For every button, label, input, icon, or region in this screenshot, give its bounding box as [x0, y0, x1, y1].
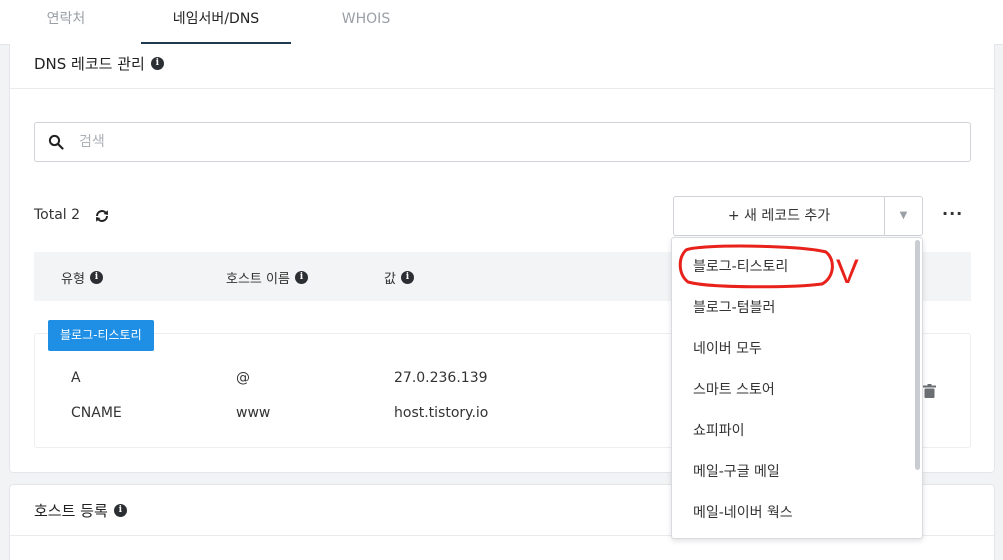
trash-icon[interactable]: [923, 384, 936, 398]
dns-card-title: DNS 레코드 관리 i: [34, 53, 164, 74]
search-input[interactable]: [79, 131, 939, 153]
tab-whois[interactable]: WHOIS: [300, 0, 432, 45]
group-badge[interactable]: 블로그-티스토리: [48, 320, 154, 351]
record-value: 27.0.236.139: [394, 370, 488, 386]
host-card-title: 호스트 등록 i: [34, 500, 127, 521]
dropdown-item-shopify[interactable]: 쇼피파이: [672, 411, 912, 452]
info-icon[interactable]: i: [89, 271, 103, 284]
refresh-icon[interactable]: [94, 208, 110, 224]
column-header-type: 유형 i: [61, 268, 103, 287]
info-icon[interactable]: i: [113, 504, 127, 517]
record-template-dropdown: 블로그-티스토리 블로그-텀블러 네이버 모두 스마트 스토어 쇼피파이 메일-…: [671, 237, 923, 539]
caret-down-icon: ▼: [899, 210, 908, 221]
dropdown-scrollbar[interactable]: [915, 240, 920, 470]
record-host: www: [236, 405, 271, 421]
tab-contacts[interactable]: 연락처: [0, 0, 132, 45]
dropdown-item-tistory[interactable]: 블로그-티스토리: [672, 247, 912, 288]
total-count: Total 2: [34, 207, 81, 223]
tab-nameserver-dns[interactable]: 네임서버/DNS: [141, 0, 291, 45]
dropdown-item-smartstore[interactable]: 스마트 스토어: [672, 370, 912, 411]
dropdown-item-tumblr[interactable]: 블로그-텀블러: [672, 288, 912, 329]
dropdown-item-naver-works[interactable]: 메일-네이버 웍스: [672, 493, 912, 534]
record-host: @: [236, 370, 250, 386]
add-record-dropdown-toggle[interactable]: ▼: [884, 196, 923, 236]
record-type: A: [71, 370, 81, 386]
info-icon[interactable]: i: [294, 271, 308, 284]
dropdown-item-google-mail[interactable]: 메일-구글 메일: [672, 452, 912, 493]
add-record-button[interactable]: + 새 레코드 추가: [673, 196, 885, 236]
host-card-title-text: 호스트 등록: [34, 502, 108, 520]
column-header-value: 값 i: [384, 268, 414, 287]
column-header-label: 호스트 이름: [226, 272, 290, 287]
info-icon[interactable]: i: [400, 271, 414, 284]
tab-bar: 연락처 네임서버/DNS WHOIS: [0, 0, 1003, 45]
divider: [10, 88, 994, 89]
column-header-label: 유형: [61, 272, 85, 287]
dropdown-item-naver-modoo[interactable]: 네이버 모두: [672, 329, 912, 370]
record-type: CNAME: [71, 405, 122, 421]
search-box: [34, 122, 971, 162]
info-icon[interactable]: i: [150, 57, 164, 70]
more-options-icon[interactable]: ···: [942, 204, 963, 223]
search-icon: [48, 134, 64, 150]
column-header-host: 호스트 이름 i: [226, 268, 308, 287]
dns-card-title-text: DNS 레코드 관리: [34, 55, 145, 73]
record-value: host.tistory.io: [394, 405, 489, 421]
column-header-label: 값: [384, 272, 396, 287]
